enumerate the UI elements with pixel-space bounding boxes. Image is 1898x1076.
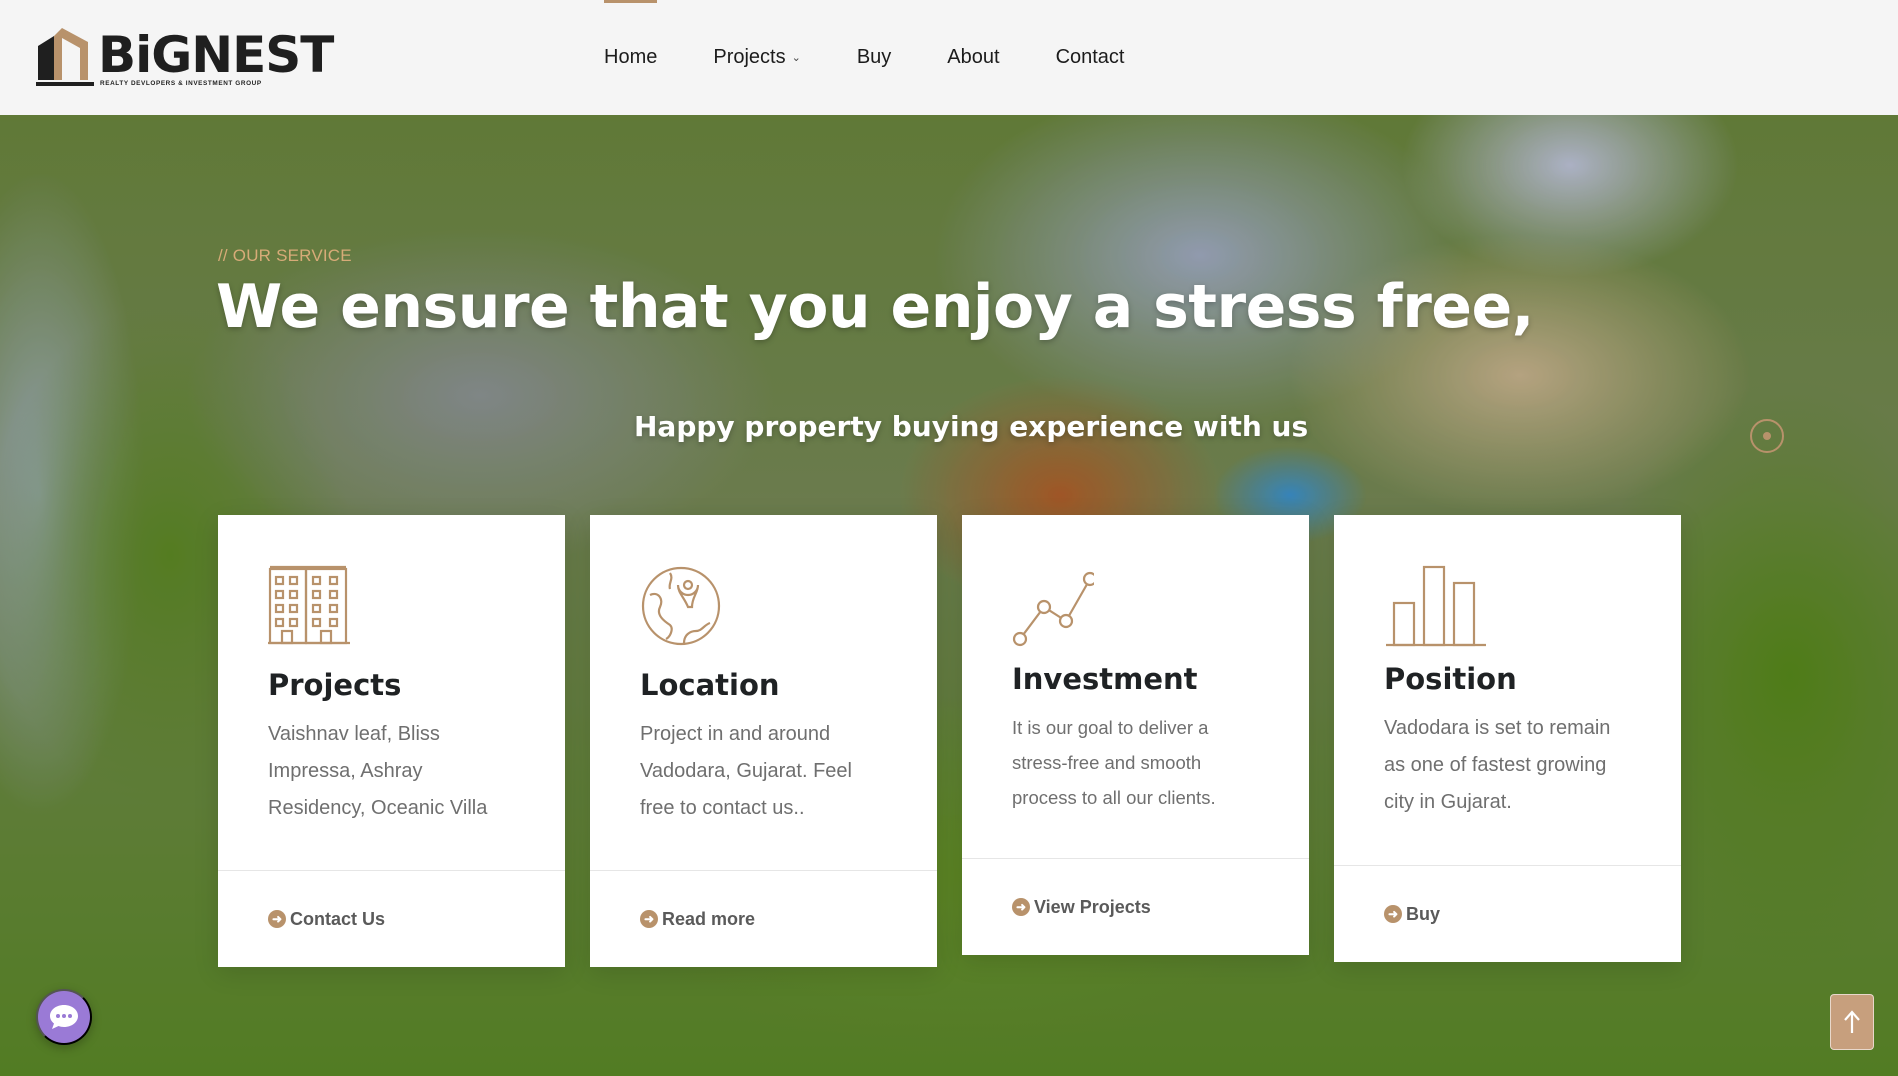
hero-title: We ensure that you enjoy a stress free,	[216, 272, 1534, 342]
chevron-down-icon: ⌄	[791, 52, 801, 64]
card-title: Projects	[268, 668, 402, 702]
nav-contact[interactable]: Contact	[1056, 0, 1125, 115]
arrow-right-icon: ➜	[640, 910, 658, 928]
nav-home[interactable]: Home	[604, 0, 658, 115]
building-icon	[268, 565, 350, 645]
chat-bubble-icon	[50, 1005, 78, 1029]
card-title: Investment	[1012, 662, 1198, 696]
view-projects-link[interactable]: ➜ View Projects	[962, 859, 1309, 955]
brand-name: BiGNEST	[98, 26, 334, 84]
chat-button[interactable]	[36, 989, 92, 1045]
hero-eyebrow: // OUR SERVICE	[218, 246, 352, 265]
line-chart-icon	[1012, 571, 1098, 647]
card-text: Vaishnav leaf, Bliss Impressa, Ashray Re…	[268, 723, 488, 819]
house-roof-icon	[36, 28, 94, 86]
contact-us-link[interactable]: ➜ Contact Us	[218, 871, 565, 967]
nav-about[interactable]: About	[947, 0, 999, 115]
card-link-label: Contact Us	[290, 908, 386, 929]
service-card-position: Position Vadodara is set to remain as on…	[1334, 515, 1681, 962]
arrow-right-icon: ➜	[1384, 905, 1402, 923]
nav-projects[interactable]: Projects ⌄	[713, 0, 800, 115]
brand-tagline: REALTY DEVLOPERS & INVESTMENT GROUP	[100, 80, 262, 87]
card-link-label: View Projects	[1034, 896, 1151, 917]
site-header: BiGNEST REALTY DEVLOPERS & INVESTMENT GR…	[0, 0, 1898, 115]
hero-subtitle: Happy property buying experience with us	[634, 410, 1309, 443]
brand-logo[interactable]: BiGNEST REALTY DEVLOPERS & INVESTMENT GR…	[36, 28, 334, 88]
card-link-label: Buy	[1406, 903, 1441, 924]
bar-chart-icon	[1386, 565, 1486, 647]
nav-projects-label: Projects	[713, 46, 786, 68]
buy-link[interactable]: ➜ Buy	[1334, 866, 1681, 962]
service-card-location: Location Project in and around Vadodara,…	[590, 515, 937, 967]
arrow-up-icon	[1844, 1010, 1860, 1033]
card-title: Location	[640, 668, 780, 702]
card-text: Vadodara is set to remain as one of fast…	[1384, 717, 1611, 813]
slider-dot[interactable]	[1750, 419, 1784, 453]
globe-location-icon	[641, 566, 721, 646]
card-text: It is our goal to deliver a stress-free …	[1012, 717, 1216, 808]
scroll-top-button[interactable]	[1830, 994, 1874, 1050]
nav-buy-label: Buy	[856, 46, 892, 68]
nav-contact-label: Contact	[1055, 46, 1125, 68]
nav-buy[interactable]: Buy	[857, 0, 891, 115]
read-more-link[interactable]: ➜ Read more	[590, 871, 937, 967]
arrow-right-icon: ➜	[1012, 898, 1030, 916]
main-nav: Home Projects ⌄ Buy About Contact	[604, 0, 1181, 115]
service-card-investment: Investment It is our goal to deliver a s…	[962, 515, 1309, 955]
service-card-projects: Projects Vaishnav leaf, Bliss Impressa, …	[218, 515, 565, 967]
arrow-right-icon: ➜	[268, 910, 286, 928]
card-text: Project in and around Vadodara, Gujarat.…	[640, 723, 852, 819]
card-link-label: Read more	[662, 908, 756, 929]
nav-home-label: Home	[604, 46, 658, 68]
nav-about-label: About	[947, 46, 1000, 68]
card-title: Position	[1384, 662, 1517, 696]
